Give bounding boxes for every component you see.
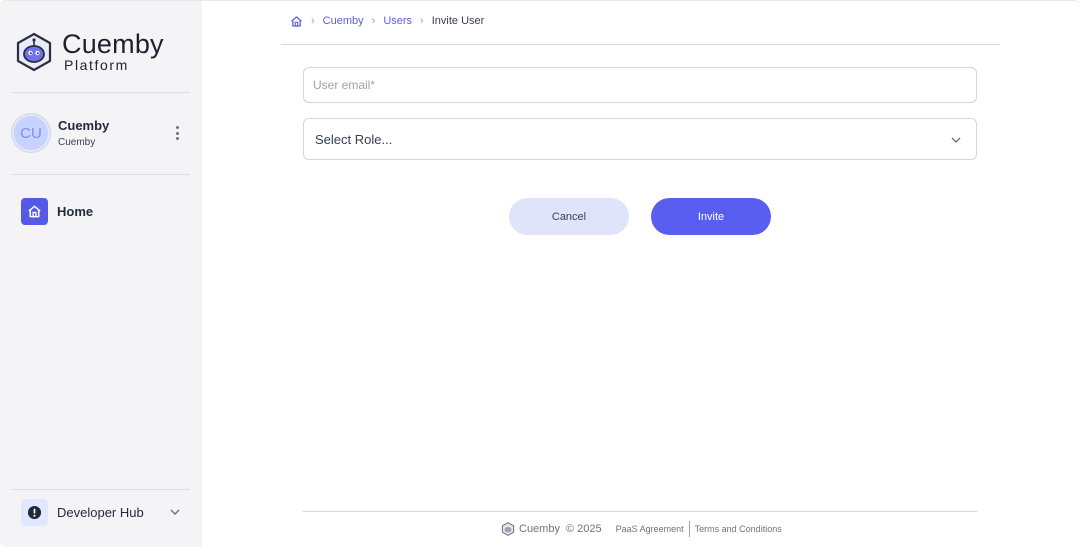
more-options-icon[interactable] [174, 126, 180, 140]
user-name: Cuemby [58, 118, 110, 133]
terms-link[interactable]: Terms and Conditions [695, 524, 782, 534]
paas-agreement-link[interactable]: PaaS Agreement [616, 524, 684, 534]
header-divider [281, 44, 1000, 45]
chevron-right-icon: › [311, 15, 315, 27]
sidebar: Cuemby Platform CU Cuemby Cuemby Home De… [0, 1, 202, 547]
footer: Cuemby © 2025 PaaS Agreement Terms and C… [501, 521, 782, 537]
chevron-down-icon[interactable] [169, 506, 181, 518]
sidebar-divider [12, 489, 190, 490]
sidebar-item-home[interactable]: Home [21, 198, 93, 225]
footer-brand: Cuemby [519, 523, 560, 535]
home-icon [21, 198, 48, 225]
role-select[interactable]: Select Role... [303, 118, 977, 160]
brand-subtitle: Platform [64, 57, 129, 73]
cancel-button[interactable]: Cancel [509, 198, 629, 235]
brand-title: Cuemby [62, 29, 164, 59]
footer-divider [303, 511, 977, 512]
chevron-right-icon: › [371, 15, 376, 27]
sidebar-item-label: Home [57, 204, 94, 219]
invite-button[interactable]: Invite [651, 198, 771, 235]
footer-separator [688, 521, 690, 537]
breadcrumb-users[interactable]: Users [383, 15, 412, 27]
chevron-down-icon [951, 137, 961, 143]
role-select-value: Select Role... [315, 131, 393, 147]
alert-icon [21, 499, 48, 526]
footer-copyright: © 2025 [565, 523, 602, 535]
user-org: Cuemby [58, 137, 96, 148]
sidebar-divider [12, 174, 190, 175]
cuemby-logo-icon [16, 32, 52, 71]
sidebar-item-developer-hub[interactable]: Developer Hub [21, 499, 185, 526]
avatar[interactable]: CU [12, 114, 50, 152]
app-window: Cuemby Platform CU Cuemby Cuemby Home De… [0, 0, 1080, 547]
home-icon[interactable] [290, 15, 303, 28]
user-profile: CU Cuemby Cuemby [12, 113, 190, 153]
cuemby-logo-icon [501, 522, 515, 536]
sidebar-item-label: Developer Hub [57, 505, 144, 520]
breadcrumb-current: Invite User [431, 15, 485, 27]
email-field[interactable] [303, 67, 977, 103]
breadcrumb-cuemby[interactable]: Cuemby [323, 15, 364, 27]
sidebar-divider [12, 92, 190, 93]
breadcrumb: › Cuemby › Users › Invite User [290, 14, 484, 28]
brand-logo[interactable]: Cuemby Platform [14, 31, 164, 72]
chevron-right-icon: › [420, 15, 424, 27]
